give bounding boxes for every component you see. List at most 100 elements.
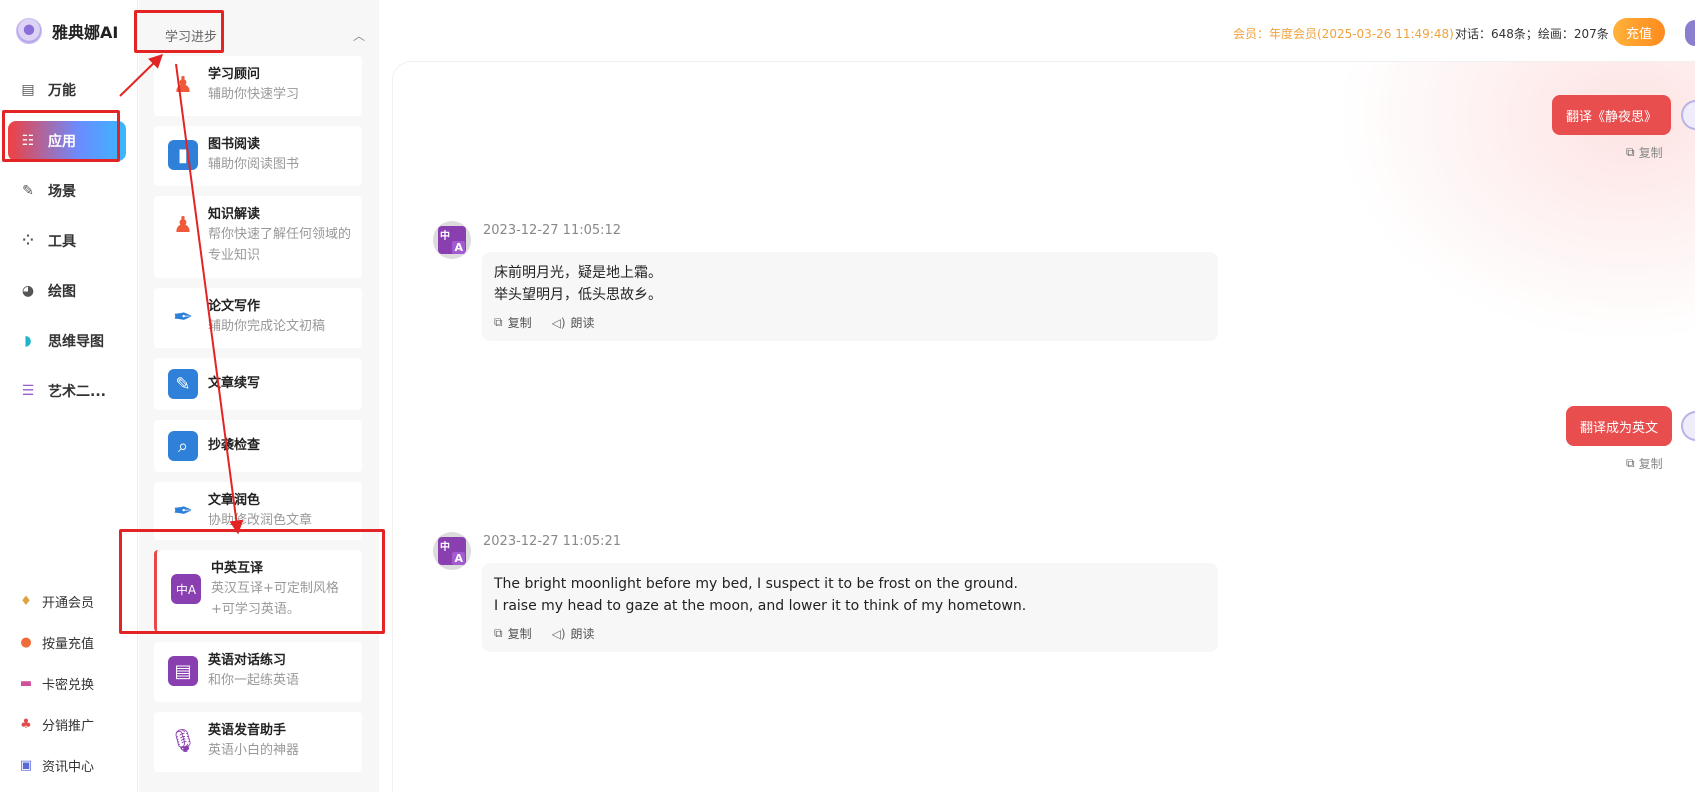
tools-icon: ⁘ bbox=[22, 233, 34, 249]
dialog-icon: ▤ bbox=[168, 656, 198, 686]
app-desc: 辅助你阅读图书 bbox=[208, 157, 300, 172]
app-title: 知识解读 bbox=[208, 207, 261, 222]
bottom-item-card[interactable]: ▬ 卡密兑换 bbox=[18, 674, 94, 693]
app-card-knowledge[interactable]: ♟ 知识解读 帮你快速了解任何领域的专业知识 bbox=[154, 196, 362, 278]
message-time: 2023-12-27 11:05:21 bbox=[483, 534, 622, 549]
copy-icon: ⧉ bbox=[1626, 145, 1635, 159]
bottom-item-label: 卡密兑换 bbox=[42, 678, 95, 693]
chat-area: 翻译《静夜思》 ⧉ 复制 中A 2023-12-27 11:05:12 床前明月… bbox=[393, 62, 1695, 792]
doc-icon: ☰ bbox=[21, 383, 35, 399]
app-desc: 辅助你完成论文初稿 bbox=[208, 319, 326, 334]
copy-button[interactable]: ⧉ 复制 bbox=[1626, 144, 1663, 161]
message-line: 床前明月光，疑是地上霜。 bbox=[494, 265, 662, 281]
app-card-book-reading[interactable]: ▮ 图书阅读 辅助你阅读图书 bbox=[154, 126, 362, 186]
message-line: I raise my head to gaze at the moon, and… bbox=[494, 598, 1027, 614]
bottom-item-recharge[interactable]: ● 按量充值 bbox=[18, 633, 94, 652]
bottom-item-news[interactable]: ▣ 资讯中心 bbox=[18, 756, 94, 775]
brand-logo-icon bbox=[16, 18, 42, 44]
bottom-item-share[interactable]: ♣ 分销推广 bbox=[18, 715, 94, 734]
nav-item-art[interactable]: ☰ 艺术二... bbox=[8, 371, 126, 411]
copy-button[interactable]: ⧉ 复制 bbox=[494, 625, 532, 642]
app-title: 文章润色 bbox=[208, 493, 261, 508]
bottom-item-label: 按量充值 bbox=[42, 637, 95, 652]
teacher-icon: ♟ bbox=[173, 72, 193, 98]
copy-icon: ⧉ bbox=[494, 315, 503, 329]
user-avatar[interactable] bbox=[1685, 20, 1695, 46]
app-title: 英语对话练习 bbox=[208, 653, 287, 668]
read-label: 朗读 bbox=[570, 316, 595, 330]
app-title: 图书阅读 bbox=[208, 137, 261, 152]
palette-icon: ◕ bbox=[21, 283, 35, 299]
translate-icon: 中A bbox=[438, 537, 466, 565]
nav-item-label: 绘图 bbox=[48, 284, 76, 300]
chat-icon: ▤ bbox=[21, 82, 35, 98]
news-icon: ▣ bbox=[19, 758, 33, 773]
card-icon: ▬ bbox=[19, 676, 33, 691]
message-line: 举头望明月，低头思故乡。 bbox=[494, 287, 662, 303]
bot-message-bubble: 床前明月光，疑是地上霜。 举头望明月，低头思故乡。 ⧉ 复制 ◁) 朗读 bbox=[482, 252, 1218, 341]
chevron-up-icon[interactable]: ︿ bbox=[353, 27, 365, 44]
nav-item-drawing[interactable]: ◕ 绘图 bbox=[8, 271, 126, 311]
bot-message-bubble: The bright moonlight before my bed, I su… bbox=[482, 563, 1218, 652]
copy-button[interactable]: ⧉ 复制 bbox=[494, 314, 532, 331]
category-column: 学习进步 ︿ ♟ 学习顾问 辅助你快速学习 ▮ 图书阅读 辅助你阅读图书 ♟ 知… bbox=[139, 0, 379, 792]
nav-item-label: 艺术二... bbox=[48, 384, 106, 400]
member-status: 会员：年度会员(2025-03-26 11:49:48) bbox=[1233, 27, 1454, 41]
annotation-box-category bbox=[134, 10, 224, 53]
mic-icon: 🎙 bbox=[169, 728, 197, 754]
app-title: 抄袭检查 bbox=[208, 438, 261, 453]
read-aloud-button[interactable]: ◁) 朗读 bbox=[552, 625, 595, 642]
feather-icon: ✒ bbox=[172, 303, 194, 331]
copy-label: 复制 bbox=[1638, 146, 1663, 160]
user-message-bubble: 翻译《静夜思》 bbox=[1552, 95, 1672, 135]
app-card-plagiarism[interactable]: ⌕ 抄袭检查 bbox=[154, 420, 362, 472]
app-card-study-advisor[interactable]: ♟ 学习顾问 辅助你快速学习 bbox=[154, 56, 362, 116]
copy-icon: ⧉ bbox=[1626, 456, 1635, 470]
app-title: 学习顾问 bbox=[208, 67, 261, 82]
message-time: 2023-12-27 11:05:12 bbox=[483, 223, 622, 238]
speaker-icon: ◁) bbox=[551, 315, 566, 330]
brand[interactable]: 雅典娜AI bbox=[16, 18, 118, 44]
edit-doc-icon: ✎ bbox=[168, 369, 198, 399]
app-desc: 英语小白的神器 bbox=[208, 743, 300, 758]
coin-icon: ● bbox=[20, 635, 32, 650]
read-aloud-button[interactable]: ◁) 朗读 bbox=[552, 314, 595, 331]
annotation-box-translate bbox=[119, 529, 385, 634]
user-message-bubble: 翻译成为英文 bbox=[1566, 406, 1673, 446]
nav-item-tools[interactable]: ⁘ 工具 bbox=[8, 221, 126, 261]
bottom-item-vip[interactable]: ♦ 开通会员 bbox=[18, 592, 94, 611]
bot-avatar: 中A bbox=[433, 532, 471, 570]
app-desc: 帮你快速了解任何领域的专业知识 bbox=[208, 227, 352, 263]
nav-item-label: 场景 bbox=[48, 184, 76, 200]
copy-label: 复制 bbox=[507, 316, 532, 330]
speaker-icon: ◁) bbox=[551, 626, 566, 641]
bottom-item-label: 开通会员 bbox=[42, 596, 95, 611]
read-label: 朗读 bbox=[570, 627, 595, 641]
share-icon: ♣ bbox=[20, 717, 32, 732]
vip-icon: ♦ bbox=[20, 594, 32, 609]
brand-name: 雅典娜AI bbox=[52, 23, 119, 42]
teacher-icon: ♟ bbox=[173, 212, 193, 238]
nav-item-scenes[interactable]: ✎ 场景 bbox=[8, 171, 126, 211]
nav-item-universal[interactable]: ▤ 万能 bbox=[8, 70, 126, 110]
nav-item-label: 万能 bbox=[48, 83, 76, 99]
app-card-thesis[interactable]: ✒ 论文写作 辅助你完成论文初稿 bbox=[154, 288, 362, 348]
mindmap-icon: ◗ bbox=[24, 333, 32, 349]
copy-label: 复制 bbox=[1638, 457, 1663, 471]
copy-label: 复制 bbox=[507, 627, 532, 641]
app-title: 论文写作 bbox=[208, 299, 261, 314]
copy-button[interactable]: ⧉ 复制 bbox=[1626, 455, 1663, 472]
app-card-pronunciation[interactable]: 🎙 英语发音助手 英语小白的神器 bbox=[154, 712, 362, 772]
app-title: 文章续写 bbox=[208, 376, 261, 391]
nav-item-label: 思维导图 bbox=[48, 334, 104, 350]
app-card-english-dialog[interactable]: ▤ 英语对话练习 和你一起练英语 bbox=[154, 642, 362, 702]
app-desc: 和你一起练英语 bbox=[208, 673, 300, 688]
app-desc: 协助修改润色文章 bbox=[208, 513, 313, 528]
bottom-item-label: 资讯中心 bbox=[42, 760, 95, 775]
feather-icon: ✒ bbox=[172, 497, 194, 525]
recharge-button[interactable]: 充值 bbox=[1613, 18, 1665, 46]
app-card-continue[interactable]: ✎ 文章续写 bbox=[154, 358, 362, 410]
nav-item-label: 工具 bbox=[48, 234, 76, 250]
pen-icon: ✎ bbox=[22, 183, 34, 199]
nav-item-mindmap[interactable]: ◗ 思维导图 bbox=[8, 321, 126, 361]
